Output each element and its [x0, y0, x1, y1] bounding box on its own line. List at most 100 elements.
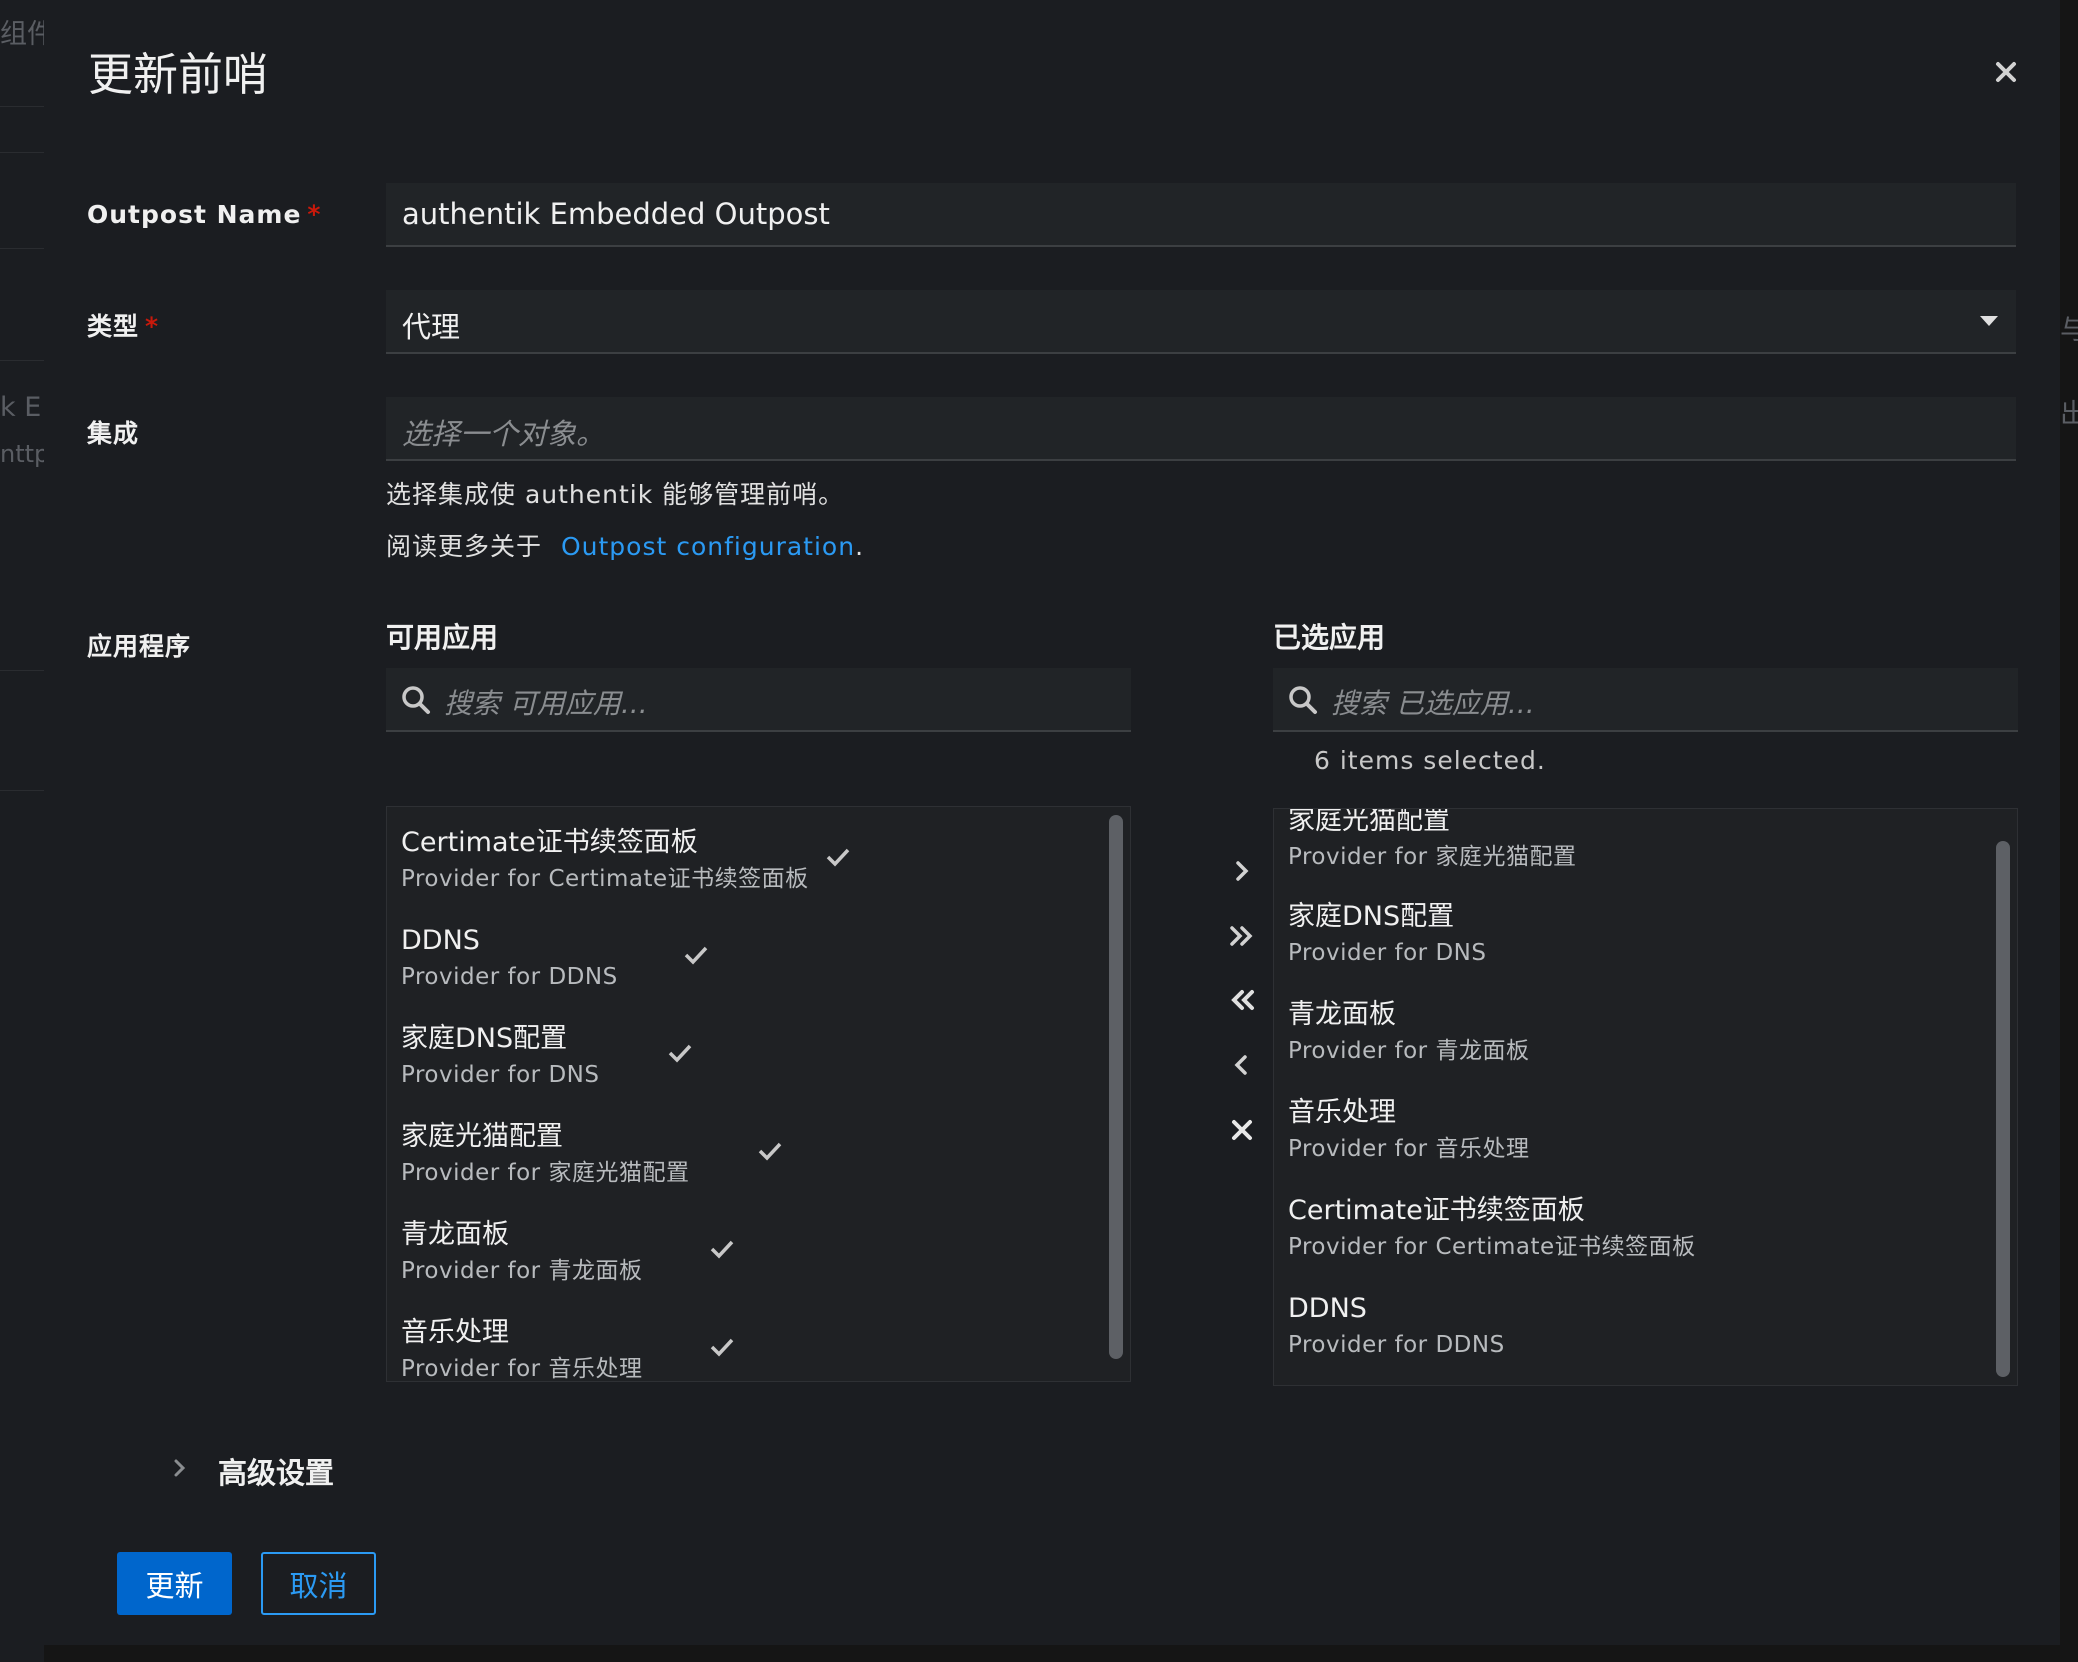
list-item-desc: Provider for DDNS — [1288, 1332, 1505, 1358]
list-item-title: 家庭DNS配置 — [401, 1023, 568, 1054]
list-item[interactable]: DDNS Provider for DDNS — [1288, 1291, 1505, 1363]
required-mark: * — [307, 200, 322, 229]
list-item-desc: Provider for 青龙面板 — [401, 1258, 643, 1284]
available-list-scrollbar[interactable] — [1109, 815, 1123, 1359]
advanced-settings-toggle[interactable]: 高级设置 — [218, 1450, 334, 1492]
list-item-title: Certimate证书续签面板 — [401, 827, 698, 858]
background-divider — [0, 790, 44, 791]
clear-selection-button[interactable] — [1224, 1112, 1260, 1148]
angle-double-right-icon — [1230, 926, 1253, 946]
list-item-desc: Provider for DNS — [1288, 940, 1487, 966]
list-item[interactable]: 音乐处理 Provider for 音乐处理 — [1288, 1095, 1529, 1167]
cancel-button[interactable]: 取消 — [261, 1552, 376, 1615]
read-more-suffix: . — [855, 532, 865, 561]
list-item[interactable]: 青龙面板 Provider for 青龙面板 — [401, 1217, 642, 1289]
check-icon — [710, 1240, 734, 1259]
list-item[interactable]: Certimate证书续签面板 Provider for Certimate证书… — [401, 825, 809, 897]
background-text: k E — [0, 392, 42, 423]
selected-apps-search-placeholder: 搜索 已选应用... — [1331, 687, 1535, 720]
integration-read-more: 阅读更多关于 Outpost configuration. — [386, 527, 864, 563]
list-item-title: 家庭光猫配置 — [401, 1121, 563, 1152]
list-item[interactable]: 家庭光猫配置 Provider for 家庭光猫配置 — [1288, 808, 1577, 875]
remove-selected-button[interactable] — [1224, 1047, 1260, 1083]
selected-apps-search[interactable]: 搜索 已选应用... — [1273, 668, 2018, 732]
list-item[interactable]: 音乐处理 Provider for 音乐处理 — [401, 1315, 643, 1382]
list-item[interactable]: 家庭DNS配置 Provider for DNS — [401, 1021, 599, 1093]
integration-placeholder: 选择一个对象。 — [402, 417, 606, 451]
chevron-right-icon — [174, 1459, 186, 1477]
list-item-title: 青龙面板 — [1288, 999, 1396, 1030]
list-item[interactable]: 家庭光猫配置 Provider for 家庭光猫配置 — [401, 1119, 689, 1191]
background-page — [0, 0, 44, 1662]
clear-icon — [1232, 1120, 1252, 1140]
angle-right-icon — [1236, 861, 1249, 881]
background-divider — [0, 360, 44, 361]
close-icon — [1996, 62, 2016, 82]
background-divider — [0, 152, 44, 153]
search-icon — [1289, 686, 1317, 714]
check-icon — [826, 848, 850, 867]
selected-apps-list[interactable]: 家庭光猫配置 Provider for 家庭光猫配置 家庭DNS配置 Provi… — [1273, 808, 2018, 1386]
integration-helper-text: 选择集成使 authentik 能够管理前哨。 — [386, 480, 845, 509]
applications-label: 应用程序 — [87, 632, 192, 661]
type-select[interactable] — [386, 290, 2016, 354]
list-item-title: 音乐处理 — [401, 1317, 509, 1348]
list-item-title: 家庭光猫配置 — [1288, 808, 1450, 836]
list-item-title: 家庭DNS配置 — [1288, 901, 1455, 932]
required-mark: * — [145, 312, 160, 341]
angle-double-left-icon — [1231, 990, 1254, 1010]
integration-label: 集成 — [87, 419, 140, 448]
list-item[interactable]: 青龙面板 Provider for 青龙面板 — [1288, 997, 1529, 1069]
background-right-edge: 与 出 — [2060, 0, 2078, 1662]
list-item[interactable]: Certimate证书续签面板 Provider for Certimate证书… — [1288, 1193, 1696, 1265]
background-text: 出 — [2060, 399, 2078, 430]
background-text: nttp — [0, 440, 50, 468]
list-item-desc: Provider for DDNS — [401, 964, 618, 990]
update-outpost-modal: 更新前哨 Outpost Name * authentik Embedded Ou… — [44, 0, 2060, 1645]
available-apps-list[interactable]: Certimate证书续签面板 Provider for Certimate证书… — [386, 806, 1131, 1382]
list-item[interactable]: 家庭DNS配置 Provider for DNS — [1288, 899, 1486, 971]
list-item-desc: Provider for Certimate证书续签面板 — [1288, 1234, 1696, 1260]
modal-title: 更新前哨 — [88, 48, 269, 101]
add-all-button[interactable] — [1224, 918, 1260, 954]
outpost-name-label: Outpost Name * — [87, 200, 321, 229]
list-item-title: Certimate证书续签面板 — [1288, 1195, 1585, 1226]
selected-list-scrollbar[interactable] — [1996, 841, 2010, 1377]
type-selected-value: 代理 — [402, 310, 461, 344]
list-item-desc: Provider for 音乐处理 — [401, 1356, 643, 1382]
type-label: 类型 * — [87, 307, 159, 343]
list-item-desc: Provider for 家庭光猫配置 — [1288, 844, 1577, 870]
caret-down-icon — [1980, 316, 1998, 326]
list-item-desc: Provider for 家庭光猫配置 — [401, 1160, 690, 1186]
integration-select[interactable] — [386, 397, 2016, 461]
close-button[interactable] — [1986, 52, 2026, 92]
available-apps-search-placeholder: 搜索 可用应用... — [444, 687, 648, 720]
angle-left-icon — [1234, 1055, 1247, 1075]
available-apps-title: 可用应用 — [386, 621, 499, 654]
list-item-desc: Provider for 音乐处理 — [1288, 1136, 1530, 1162]
add-selected-button[interactable] — [1224, 853, 1260, 889]
check-icon — [758, 1142, 782, 1161]
outpost-configuration-link[interactable]: Outpost configuration — [561, 532, 855, 561]
list-item-title: DDNS — [1288, 1293, 1367, 1324]
list-item-desc: Provider for 青龙面板 — [1288, 1038, 1530, 1064]
selected-count-status: 6 items selected. — [1314, 746, 1546, 775]
outpost-name-value: authentik Embedded Outpost — [402, 197, 830, 231]
type-label-text: 类型 — [87, 312, 140, 341]
background-text: 与 — [2060, 315, 2078, 346]
update-button[interactable]: 更新 — [117, 1552, 232, 1615]
available-apps-search[interactable]: 搜索 可用应用... — [386, 668, 1131, 732]
check-icon — [684, 946, 708, 965]
list-item-title: 音乐处理 — [1288, 1097, 1396, 1128]
read-more-prefix: 阅读更多关于 — [386, 532, 543, 561]
check-icon — [710, 1338, 734, 1357]
outpost-name-label-text: Outpost Name — [87, 200, 302, 229]
list-item-desc: Provider for DNS — [401, 1062, 600, 1088]
list-item-desc: Provider for Certimate证书续签面板 — [401, 866, 809, 892]
background-divider — [0, 248, 44, 249]
list-item[interactable]: DDNS Provider for DDNS — [401, 923, 618, 995]
remove-all-button[interactable] — [1224, 982, 1260, 1018]
background-divider — [0, 106, 44, 107]
search-icon — [402, 686, 430, 714]
background-divider — [0, 670, 44, 671]
